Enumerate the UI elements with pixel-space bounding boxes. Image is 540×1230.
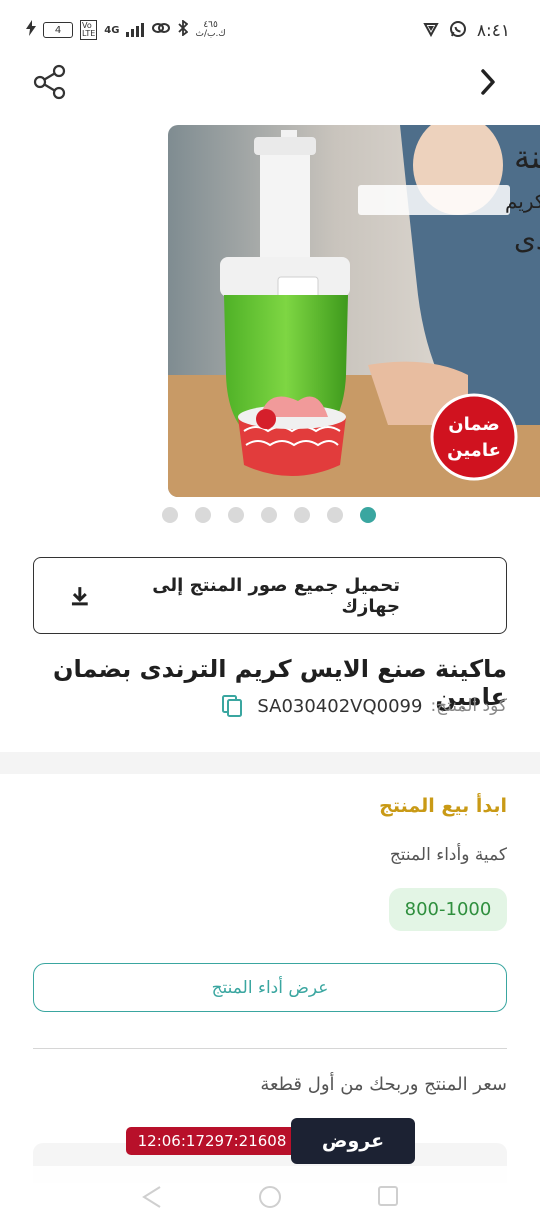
quantity-range-badge: 800-1000: [389, 888, 507, 931]
status-time: ٨:٤١: [476, 21, 510, 41]
hotspot-link-icon: [151, 20, 171, 40]
start-selling-heading: ابدأ بيع المنتج: [379, 795, 507, 817]
image-badge-line2: عامين: [447, 440, 501, 461]
status-bar-right-group: 4 Vo LTE 4G ٤٦٥ ك.ب/ث: [26, 19, 226, 40]
download-images-button[interactable]: تحميل جميع صور المنتج إلى جهازك: [33, 557, 507, 634]
battery-icon: 4: [43, 22, 73, 38]
network-speed: ٤٦٥ ك.ب/ث: [195, 21, 225, 39]
carousel-dot[interactable]: [261, 507, 277, 523]
carousel-dot-active[interactable]: [360, 507, 376, 523]
chevron-right-icon: [481, 69, 495, 95]
product-code-row: كود المنتج: SA030402VQ0099: [221, 694, 507, 718]
network-type-label: 4G: [104, 24, 120, 36]
copy-icon[interactable]: [221, 694, 243, 718]
download-images-label: تحميل جميع صور المنتج إلى جهازك: [152, 574, 400, 617]
carousel-dots: [162, 507, 376, 523]
product-image[interactable]: ضمان عامين ماكينة صنع الايس كريم الترندى: [168, 125, 540, 497]
image-title-line1: ماكينة: [514, 138, 540, 176]
carousel-dot[interactable]: [228, 507, 244, 523]
carousel-dot[interactable]: [195, 507, 211, 523]
offer-timer: 12:06:17297:21608: [126, 1127, 298, 1155]
download-icon: [71, 586, 88, 605]
section-separator: [0, 752, 540, 774]
signal-icon: [126, 23, 145, 37]
image-title-line2: صنع الايس كريم: [505, 189, 540, 213]
image-badge-line1: ضمان: [448, 414, 500, 435]
carousel-dot[interactable]: [294, 507, 310, 523]
product-code-value: SA030402VQ0099: [257, 695, 423, 717]
product-code-label: كود المنتج:: [430, 696, 507, 716]
whatsapp-icon: [449, 20, 467, 42]
square-recents-icon[interactable]: [376, 1184, 400, 1208]
volte-icon: Vo LTE: [80, 20, 98, 40]
carousel-dot[interactable]: [162, 507, 178, 523]
view-performance-button[interactable]: عرض أداء المنتج: [33, 963, 507, 1012]
circle-home-icon[interactable]: [257, 1184, 283, 1210]
divider: [33, 1048, 507, 1049]
system-nav-bar: [0, 1166, 540, 1230]
share-button[interactable]: [30, 62, 70, 102]
vpn-icon: [423, 21, 439, 41]
charging-icon: [26, 20, 36, 40]
back-button[interactable]: [470, 62, 506, 102]
bluetooth-icon: [178, 19, 189, 40]
carousel-dot[interactable]: [327, 507, 343, 523]
offers-button[interactable]: عروض: [291, 1118, 415, 1164]
network-speed-unit: ك.ب/ث: [195, 29, 226, 39]
triangle-back-icon[interactable]: [140, 1184, 164, 1210]
status-bar-left-group: ٨:٤١: [423, 20, 510, 42]
share-icon: [33, 64, 66, 100]
price-profit-label: سعر المنتج وربحك من أول قطعة: [260, 1074, 507, 1095]
status-bar: ٨:٤١ 4 Vo LTE 4G ٤٦٥ ك.ب/ث: [0, 0, 540, 62]
quantity-performance-label: كمية وأداء المنتج: [389, 845, 507, 865]
image-title-line3: الترندى: [514, 223, 540, 256]
